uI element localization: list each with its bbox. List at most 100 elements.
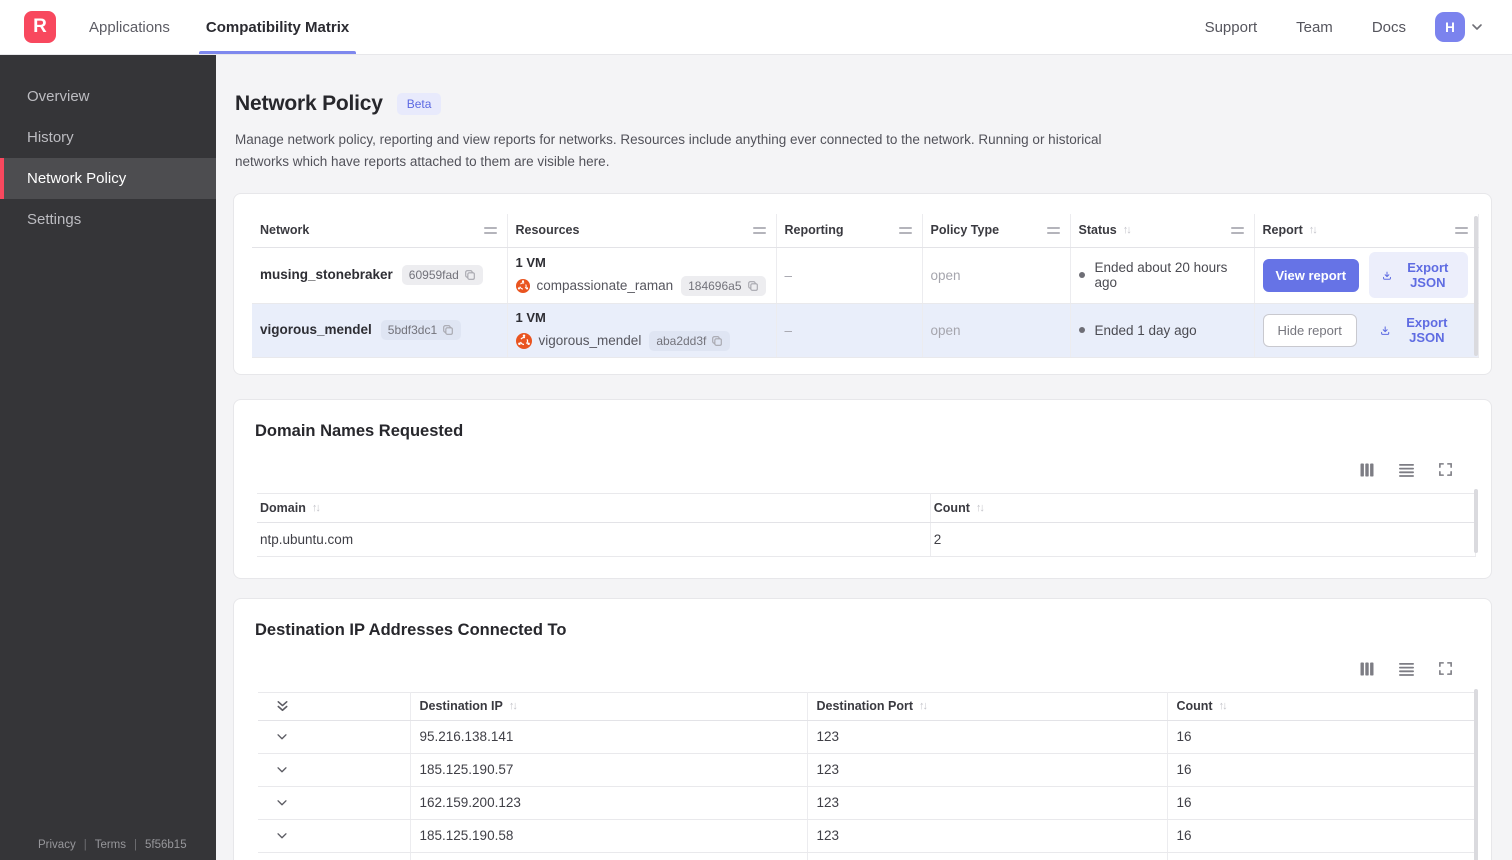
table-scrollbar[interactable]	[1474, 216, 1478, 357]
resource-id: aba2dd3f	[656, 333, 707, 348]
sidebar-item-network-policy[interactable]: Network Policy	[0, 158, 216, 199]
col-header-reporting[interactable]: Reporting	[776, 214, 923, 248]
avatar[interactable]: H	[1435, 12, 1465, 42]
col-header-count[interactable]: Count ↑↓	[930, 493, 1477, 523]
destinations-card: Destination IP Addresses Connected To De…	[233, 597, 1492, 860]
copy-icon	[747, 280, 758, 291]
expander-cell	[258, 852, 411, 860]
view-report-button[interactable]: View report	[1262, 258, 1360, 292]
network-row[interactable]: vigorous_mendel 5bdf3dc1 1 VM vigorous_me…	[252, 303, 1479, 358]
col-header-count-label: Count	[933, 500, 970, 515]
sort-icon[interactable]: ↑↓	[1123, 224, 1132, 236]
sort-icon[interactable]: ↑↓	[1219, 700, 1228, 712]
col-header-count[interactable]: Count ↑↓	[1167, 692, 1477, 721]
sidebar: Overview History Network Policy Settings…	[0, 55, 216, 860]
col-header-domain[interactable]: Domain ↑↓	[257, 493, 931, 523]
col-header-policy-type[interactable]: Policy Type	[922, 214, 1071, 248]
table-scrollbar[interactable]	[1474, 688, 1478, 860]
ubuntu-icon	[515, 332, 532, 349]
destination-row[interactable]: 185.125.190.58 123 16	[258, 819, 1477, 853]
tab-compatibility-matrix[interactable]: Compatibility Matrix	[198, 0, 357, 54]
destination-row[interactable]: 162.159.200.123 123 16	[258, 786, 1477, 820]
col-header-resources[interactable]: Resources	[507, 214, 777, 248]
column-handle-icon[interactable]	[1230, 226, 1244, 234]
destination-ip-cell: 185.125.190.57	[410, 753, 808, 787]
col-header-resources-label: Resources	[515, 223, 580, 238]
sidebar-item-overview[interactable]: Overview	[0, 76, 216, 117]
column-handle-icon[interactable]	[898, 226, 912, 234]
resource-id-badge[interactable]: 184696a5	[681, 275, 766, 296]
expand-row-icon[interactable]	[267, 829, 289, 843]
sidebar-item-history[interactable]: History	[0, 117, 216, 158]
destination-port-cell: 123	[807, 786, 1168, 820]
sidebar-item-history-label: History	[27, 129, 74, 146]
network-id-badge[interactable]: 5bdf3dc1	[380, 320, 462, 341]
brand-logo[interactable]: R	[24, 11, 56, 43]
sort-icon[interactable]: ↑↓	[919, 700, 928, 712]
beta-badge: Beta	[396, 93, 442, 115]
link-support[interactable]: Support	[1205, 19, 1258, 36]
col-header-destination-port-label: Destination Port	[816, 699, 914, 714]
download-icon	[1383, 271, 1391, 280]
col-header-network[interactable]: Network	[252, 214, 508, 248]
col-header-destination-port[interactable]: Destination Port ↑↓	[807, 692, 1168, 721]
row-density-icon[interactable]	[1397, 461, 1415, 479]
column-handle-icon[interactable]	[483, 226, 497, 234]
expander-cell	[258, 753, 411, 787]
domain-row[interactable]: ntp.ubuntu.com 2	[257, 522, 1477, 557]
resource-name[interactable]: compassionate_raman	[537, 278, 674, 293]
network-cell: vigorous_mendel 5bdf3dc1	[252, 303, 508, 358]
brand-logo-letter: R	[33, 16, 47, 37]
report-cell: View report Export JSON	[1254, 247, 1479, 304]
sort-icon[interactable]: ↑↓	[312, 502, 321, 514]
main-nav: Applications Compatibility Matrix	[88, 0, 384, 54]
expand-row-icon[interactable]	[267, 763, 289, 777]
columns-icon[interactable]	[1358, 660, 1376, 678]
col-header-status-label: Status	[1078, 223, 1117, 238]
resource-name[interactable]: vigorous_mendel	[539, 333, 642, 348]
expand-row-icon[interactable]	[267, 796, 289, 810]
destination-row[interactable]: 95.216.100.21 123 16	[258, 852, 1477, 860]
column-handle-icon[interactable]	[1454, 226, 1468, 234]
sort-icon[interactable]: ↑↓	[976, 502, 985, 514]
tab-applications[interactable]: Applications	[88, 0, 171, 54]
destination-row[interactable]: 95.216.138.141 123 16	[258, 720, 1477, 754]
col-header-report[interactable]: Report ↑↓	[1254, 214, 1479, 248]
fullscreen-icon[interactable]	[1436, 660, 1454, 678]
terms-link[interactable]: Terms	[95, 839, 126, 851]
page-description: Manage network policy, reporting and vie…	[235, 132, 1102, 169]
network-id-badge[interactable]: 60959fad	[401, 265, 483, 286]
resource-id-badge[interactable]: aba2dd3f	[649, 330, 731, 351]
row-density-icon[interactable]	[1397, 660, 1415, 678]
link-team[interactable]: Team	[1296, 19, 1333, 36]
destination-ip-cell: 162.159.200.123	[410, 786, 808, 820]
count-cell: 16	[1167, 819, 1477, 853]
network-cell: musing_stonebraker 60959fad	[252, 247, 508, 304]
privacy-link[interactable]: Privacy	[38, 839, 76, 851]
fullscreen-icon[interactable]	[1436, 461, 1454, 479]
export-json-button[interactable]: Export JSON	[1367, 307, 1468, 353]
network-row[interactable]: musing_stonebraker 60959fad 1 VM compassi…	[252, 247, 1479, 304]
expand-row-icon[interactable]	[267, 730, 289, 744]
count-cell: 2	[930, 522, 1477, 557]
sort-icon[interactable]: ↑↓	[509, 700, 518, 712]
destination-port-cell: 123	[807, 852, 1168, 860]
hide-report-button[interactable]: Hide report	[1262, 313, 1357, 347]
column-handle-icon[interactable]	[1046, 226, 1060, 234]
col-header-destination-ip[interactable]: Destination IP ↑↓	[410, 692, 808, 721]
sidebar-item-settings[interactable]: Settings	[0, 199, 216, 240]
count-cell: 16	[1167, 786, 1477, 820]
destination-port-cell: 123	[807, 720, 1168, 754]
columns-icon[interactable]	[1358, 461, 1376, 479]
col-header-status[interactable]: Status ↑↓	[1070, 214, 1255, 248]
col-header-count-label: Count	[1176, 699, 1213, 714]
sort-icon[interactable]: ↑↓	[1309, 224, 1318, 236]
export-json-button[interactable]: Export JSON	[1369, 252, 1468, 299]
chevron-down-icon[interactable]	[1469, 19, 1485, 35]
table-scrollbar[interactable]	[1474, 488, 1478, 553]
destination-row[interactable]: 185.125.190.57 123 16	[258, 753, 1477, 787]
link-docs[interactable]: Docs	[1372, 19, 1406, 36]
expand-all-icon[interactable]	[267, 699, 290, 714]
column-handle-icon[interactable]	[752, 226, 766, 234]
destinations-card-title: Destination IP Addresses Connected To	[255, 620, 567, 639]
